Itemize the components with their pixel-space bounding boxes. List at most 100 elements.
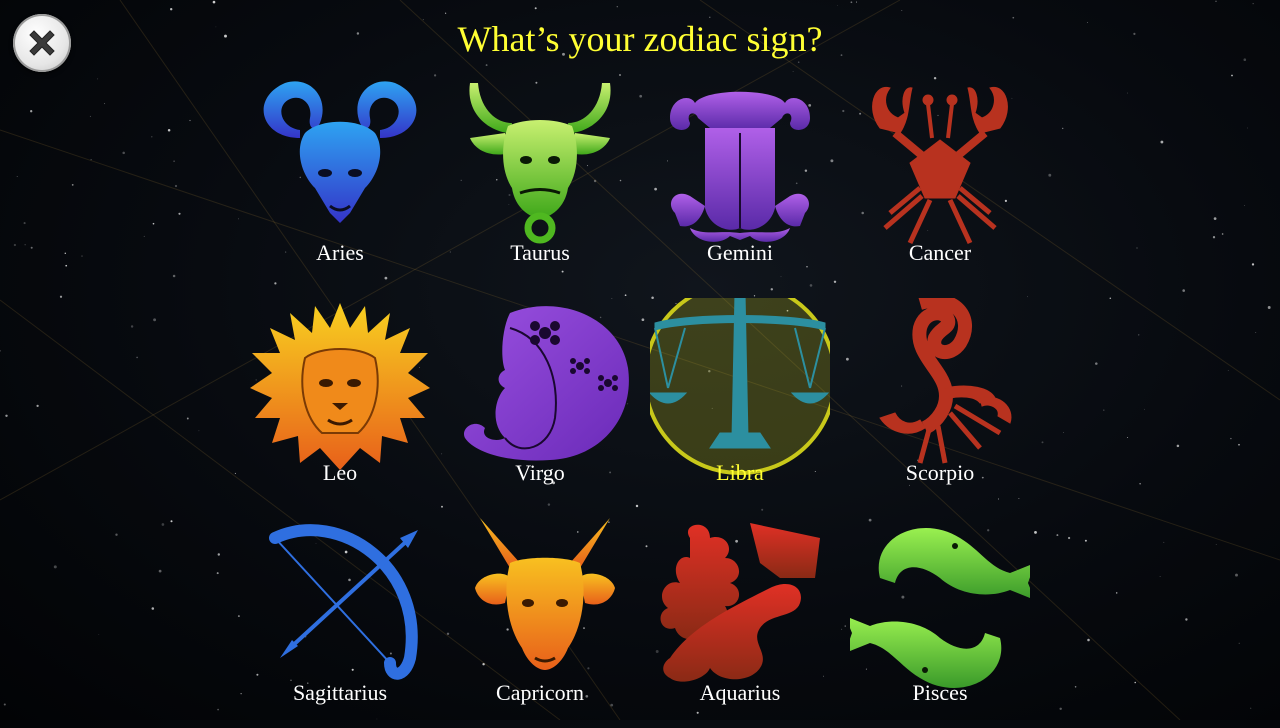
sign-virgo[interactable]: Virgo [445, 298, 635, 508]
star [1244, 205, 1246, 207]
star [170, 8, 173, 11]
star [485, 64, 488, 67]
star [1250, 707, 1252, 709]
star [1134, 681, 1136, 684]
star [792, 71, 794, 73]
star [64, 252, 67, 255]
star [122, 151, 125, 155]
ram-icon [263, 81, 417, 223]
sign-capricorn[interactable]: Capricorn [445, 518, 635, 728]
sign-label: Scorpio [905, 460, 975, 485]
star [136, 356, 138, 359]
star [30, 246, 33, 249]
sign-sagittarius[interactable]: Sagittarius [245, 518, 435, 728]
star [1061, 127, 1064, 130]
star [855, 1, 858, 3]
star [1115, 592, 1118, 594]
star [1136, 247, 1138, 249]
star [1059, 707, 1062, 711]
sign-label: Capricorn [496, 680, 584, 705]
sign-cancer[interactable]: Cancer [845, 78, 1035, 288]
fish-icon [850, 528, 1030, 688]
star [212, 0, 216, 4]
star [1247, 127, 1248, 129]
star [98, 634, 100, 635]
sign-label: Libra [716, 460, 764, 485]
star [53, 565, 57, 569]
star [841, 628, 843, 630]
star [444, 12, 447, 14]
sign-label: Gemini [707, 240, 773, 265]
star [1056, 534, 1059, 537]
star [433, 74, 437, 77]
sign-gemini[interactable]: Gemini [645, 78, 835, 288]
crab-icon [872, 86, 1008, 245]
star [71, 184, 74, 186]
star [151, 607, 155, 610]
star [115, 533, 118, 536]
star [1095, 362, 1098, 365]
sign-scorpio[interactable]: Scorpio [845, 298, 1035, 508]
star [16, 176, 18, 178]
starfield-background [0, 0, 1280, 720]
star [178, 212, 181, 215]
water-bearer-icon [660, 523, 820, 682]
sign-aquarius[interactable]: Aquarius [645, 518, 835, 728]
star [13, 243, 17, 247]
sign-label: Pisces [912, 680, 968, 705]
sign-leo[interactable]: Leo [245, 298, 435, 508]
star [5, 414, 8, 418]
star [1127, 92, 1128, 94]
star [624, 294, 627, 297]
star [639, 94, 643, 98]
star [237, 615, 240, 618]
star [240, 693, 242, 695]
star [172, 274, 176, 278]
goat-icon [475, 518, 615, 670]
sign-taurus[interactable]: Taurus [445, 78, 635, 288]
star [901, 10, 903, 11]
star [143, 235, 145, 237]
star [1230, 437, 1232, 440]
sign-label: Leo [322, 460, 358, 485]
sign-label: Virgo [515, 460, 565, 485]
sign-label: Cancer [908, 240, 972, 265]
star [1087, 638, 1090, 642]
star [153, 318, 157, 322]
sign-label: Taurus [510, 240, 570, 265]
star [1137, 334, 1140, 336]
star [81, 255, 83, 257]
star [1163, 541, 1165, 543]
star [152, 222, 155, 225]
star [1267, 306, 1271, 309]
star [1160, 140, 1164, 144]
star [1109, 297, 1112, 299]
star [1227, 370, 1229, 371]
sign-aries[interactable]: Aries [245, 78, 435, 288]
star [198, 430, 200, 432]
sign-libra[interactable]: Libra [645, 298, 835, 508]
star [534, 7, 537, 10]
star [1235, 573, 1238, 577]
star [216, 572, 219, 575]
star [635, 504, 639, 508]
star [217, 553, 221, 556]
star [3, 703, 6, 706]
sign-pisces[interactable]: Pisces [845, 518, 1035, 728]
star [1215, 0, 1217, 2]
star [30, 110, 33, 113]
star [770, 288, 774, 291]
star [1041, 441, 1044, 444]
star [167, 129, 171, 132]
sign-label: Aries [316, 240, 364, 265]
star [23, 222, 26, 225]
star [1252, 3, 1254, 5]
star [186, 417, 189, 420]
star [189, 119, 191, 122]
star [1063, 432, 1064, 433]
star [1255, 332, 1257, 333]
star [1027, 296, 1028, 298]
star [641, 318, 645, 322]
star [36, 404, 39, 408]
star [619, 74, 621, 76]
